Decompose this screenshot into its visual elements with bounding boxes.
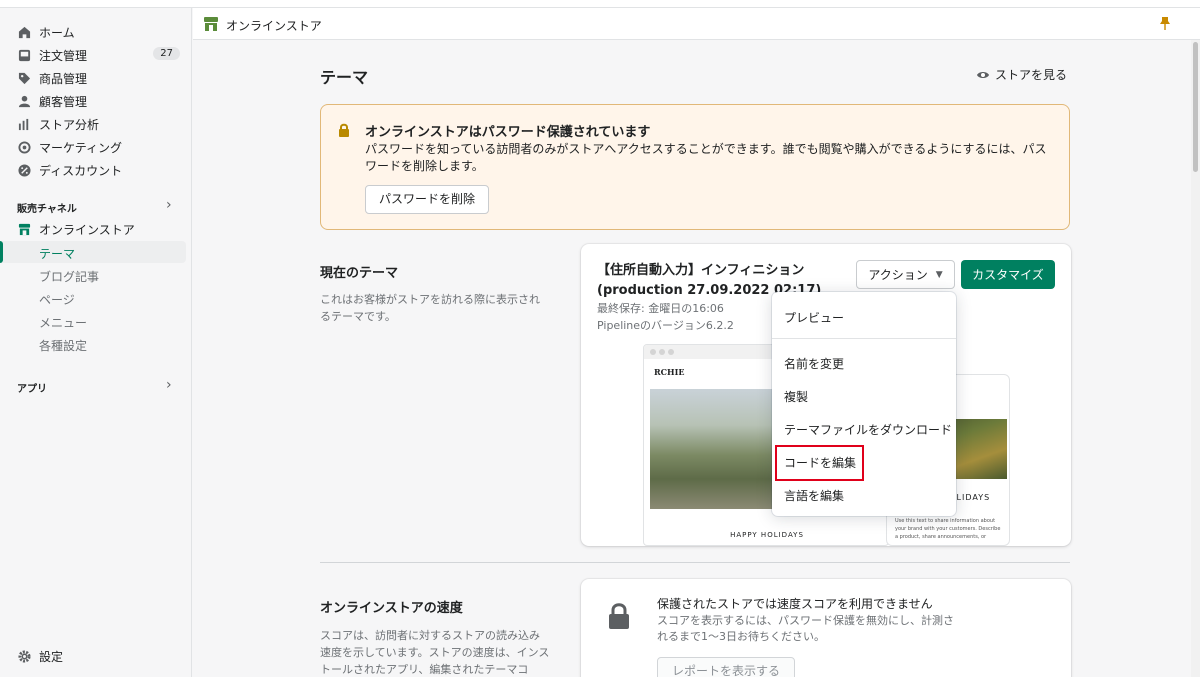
store-speed-description: スコアは、訪問者に対するストアの読み込み速度を示しています。ストアの速度は、イン… <box>320 629 550 676</box>
sidebar-subitem-preferences[interactable]: 各種設定 <box>0 333 186 355</box>
sidebar-item-analytics[interactable]: ストア分析 <box>0 113 192 135</box>
gear-icon <box>17 649 31 663</box>
apps-header: アプリ <box>17 384 47 395</box>
theme-version: Pipelineのバージョン6.2.2 <box>597 319 734 332</box>
password-protection-banner: オンラインストアはパスワード保護されています パスワードを知っている訪問者のみが… <box>320 104 1070 230</box>
section-divider <box>320 562 1070 563</box>
lock-icon <box>609 603 629 629</box>
top-strip <box>0 0 1200 8</box>
store-icon <box>204 17 218 31</box>
eye-icon <box>977 71 989 78</box>
person-icon <box>17 94 31 108</box>
actions-dropdown-menu: プレビュー 名前を変更 複製 テーマファイルをダウンロード コードを編集 言語を… <box>772 292 956 516</box>
lock-icon <box>339 123 349 137</box>
inbox-icon <box>17 48 31 62</box>
menu-item-edit-languages[interactable]: 言語を編集 <box>784 487 844 504</box>
menu-item-preview[interactable]: プレビュー <box>784 309 844 326</box>
orders-count-badge: 27 <box>153 47 180 60</box>
sidebar-subitem-navigation[interactable]: メニュー <box>0 310 186 332</box>
tag-icon <box>17 71 31 85</box>
sales-channels-header: 販売チャネル <box>17 204 77 215</box>
view-store-link[interactable]: ストアを見る <box>976 66 1067 83</box>
sidebar-item-online-store[interactable]: オンラインストア <box>0 218 192 240</box>
sidebar-item-discounts[interactable]: ディスカウント <box>0 159 192 181</box>
target-icon <box>17 140 31 154</box>
actions-dropdown-button[interactable]: アクション ▼ <box>856 260 955 289</box>
view-report-button[interactable]: レポートを表示する <box>657 657 796 677</box>
current-theme-title: 現在のテーマ <box>320 266 399 281</box>
speed-score-card: 保護されたストアでは速度スコアを利用できません スコアを表示するには、パスワード… <box>581 579 1071 677</box>
bar-chart-icon <box>17 117 31 131</box>
chevron-right-icon[interactable]: › <box>166 377 172 393</box>
sidebar-subitem-themes[interactable]: テーマ <box>0 241 186 263</box>
preview-mobile-text: Use this text to share information about… <box>895 518 1001 540</box>
store-speed-title: オンラインストアの速度 <box>320 601 463 616</box>
sidebar-item-marketing[interactable]: マーケティング <box>0 136 192 158</box>
home-icon <box>17 25 31 39</box>
discount-icon <box>17 163 31 177</box>
speed-card-title: 保護されたストアでは速度スコアを利用できません <box>657 597 933 611</box>
sidebar-subitem-pages[interactable]: ページ <box>0 287 186 309</box>
pin-icon[interactable] <box>1159 16 1171 30</box>
sidebar-item-home[interactable]: ホーム <box>0 21 192 43</box>
edit-code-highlight-box <box>775 445 864 481</box>
banner-text: パスワードを知っている訪問者のみがストアへアクセスすることができます。誰でも閲覧… <box>365 142 1047 173</box>
chevron-right-icon[interactable]: › <box>166 197 172 213</box>
store-icon <box>17 222 31 236</box>
preview-happy-text: HAPPY HOLIDAYS <box>730 531 804 539</box>
menu-item-rename[interactable]: 名前を変更 <box>784 355 844 372</box>
caret-down-icon: ▼ <box>935 269 943 280</box>
sidebar-subitem-blog-posts[interactable]: ブログ記事 <box>0 264 186 286</box>
banner-title: オンラインストアはパスワード保護されています <box>365 125 651 140</box>
remove-password-button[interactable]: パスワードを削除 <box>365 185 490 214</box>
sidebar-item-orders[interactable]: 注文管理 27 <box>0 44 192 66</box>
theme-last-saved: 最終保存: 金曜日の16:06 <box>597 302 724 315</box>
store-header-bar: オンラインストア <box>193 8 1200 40</box>
customize-button[interactable]: カスタマイズ <box>961 260 1055 289</box>
vertical-scrollbar[interactable] <box>1191 40 1200 677</box>
speed-card-text: スコアを表示するには、パスワード保護を無効にし、計測されるまで1〜3日お待ちくだ… <box>657 614 954 643</box>
current-theme-description: これはお客様がストアを訪れる際に表示されるテーマです。 <box>320 293 540 323</box>
menu-item-download-theme[interactable]: テーマファイルをダウンロード <box>784 421 952 438</box>
menu-item-duplicate[interactable]: 複製 <box>784 388 808 405</box>
page-title: テーマ <box>320 68 369 87</box>
sidebar: ホーム 注文管理 27 商品管理 顧客管理 ストア分析 マーケティング ディスカ… <box>0 8 192 677</box>
sidebar-item-settings[interactable]: 設定 <box>0 645 192 667</box>
sidebar-item-products[interactable]: 商品管理 <box>0 67 192 89</box>
store-header-title: オンラインストア <box>226 19 322 33</box>
preview-logo: RCHIE <box>654 367 685 377</box>
sidebar-item-customers[interactable]: 顧客管理 <box>0 90 192 112</box>
